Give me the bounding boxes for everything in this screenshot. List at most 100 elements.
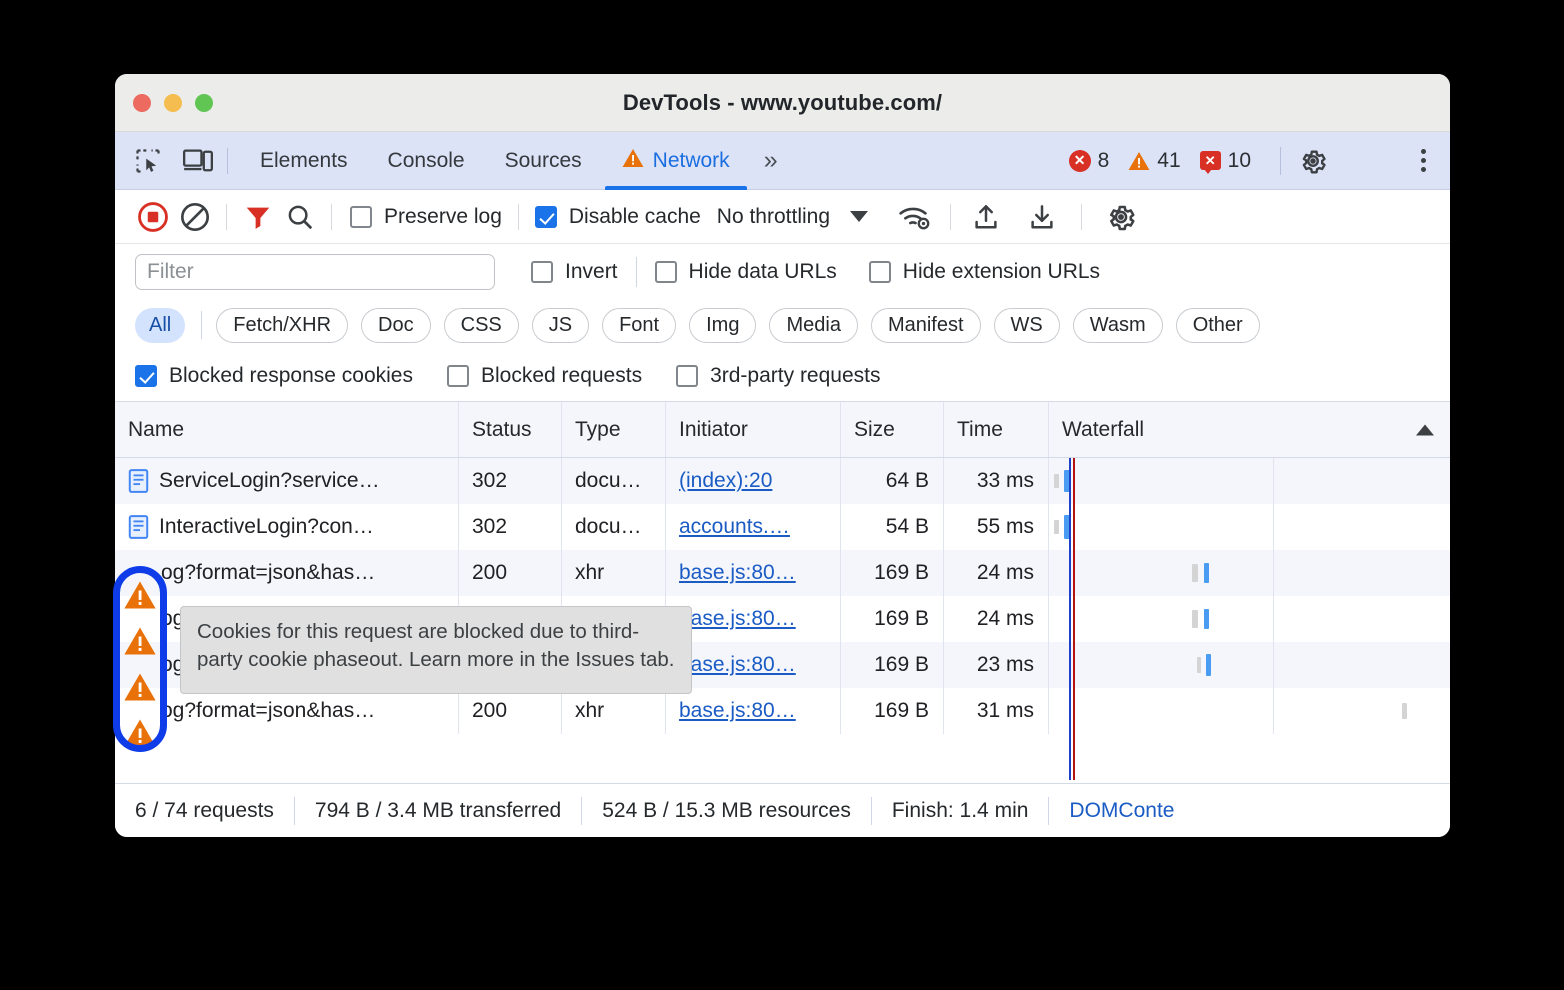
table-row[interactable]: ServiceLogin?service… 302 docu… (index):… [115, 458, 1450, 504]
more-tabs-button[interactable]: » [750, 146, 788, 175]
row-initiator-link[interactable]: base.js:80… [679, 653, 796, 677]
wifi-settings-icon[interactable] [894, 197, 936, 237]
hide-data-urls-box[interactable] [654, 261, 677, 283]
counters-divider [1280, 146, 1281, 175]
clear-icon[interactable] [174, 197, 216, 237]
pill-other[interactable]: Other [1175, 307, 1260, 343]
row-initiator-link[interactable]: base.js:80… [679, 607, 796, 631]
row-waterfall-cell [1049, 688, 1450, 734]
disable-cache-checkbox[interactable]: Disable cache [534, 205, 701, 229]
row-initiator-cell[interactable]: (index):20 [666, 458, 841, 504]
column-header-type[interactable]: Type [562, 402, 666, 457]
third-party-requests-checkbox[interactable]: 3rd-party requests [676, 363, 881, 388]
window-titlebar: DevTools - www.youtube.com/ [115, 74, 1450, 132]
row-name-cell[interactable]: InteractiveLogin?con… [115, 504, 459, 550]
pill-ws[interactable]: WS [993, 307, 1060, 343]
row-initiator-cell[interactable]: base.js:80… [666, 596, 841, 642]
zoom-window-button[interactable] [195, 93, 213, 112]
third-party-requests-box[interactable] [676, 364, 699, 387]
row-initiator-link[interactable]: base.js:80… [679, 699, 796, 723]
message-counter[interactable]: ✕ 10 [1199, 149, 1251, 174]
preserve-log-box[interactable] [350, 205, 372, 228]
gear-icon[interactable] [1298, 146, 1328, 176]
close-window-button[interactable] [133, 93, 151, 112]
hide-data-urls-checkbox[interactable]: Hide data URLs [654, 260, 837, 284]
row-name-cell[interactable]: og?format=json&has… [115, 550, 459, 596]
pill-all[interactable]: All [135, 307, 186, 343]
hide-extension-urls-checkbox[interactable]: Hide extension URLs [868, 260, 1100, 284]
row-size-cell: 169 B [841, 550, 944, 596]
row-initiator-cell[interactable]: base.js:80… [666, 688, 841, 734]
device-toolbar-icon[interactable] [181, 146, 215, 176]
table-row[interactable]: og?format=json&has… 200 xhr base.js:80… … [115, 688, 1450, 734]
download-icon[interactable] [1021, 197, 1063, 237]
row-initiator-cell[interactable]: base.js:80… [666, 550, 841, 596]
search-input[interactable] [135, 254, 495, 290]
row-initiator-link[interactable]: (index):20 [679, 469, 772, 493]
row-name-text: ServiceLogin?service… [159, 469, 380, 492]
more-vertical-icon[interactable] [1421, 149, 1426, 172]
pill-font[interactable]: Font [602, 307, 677, 343]
row-name-cell[interactable]: ServiceLogin?service… [115, 458, 459, 504]
upload-icon[interactable] [965, 197, 1007, 237]
chevron-down-icon[interactable] [850, 211, 869, 222]
record-stop-icon[interactable] [132, 197, 174, 237]
invert-checkbox[interactable]: Invert [531, 260, 618, 284]
blocked-response-cookies-box[interactable] [135, 364, 157, 387]
tab-network[interactable]: Network [602, 132, 750, 190]
pill-js[interactable]: JS [531, 307, 590, 343]
row-waterfall-cell [1049, 642, 1450, 688]
column-header-status[interactable]: Status [459, 402, 562, 457]
tab-console[interactable]: Console [368, 132, 485, 190]
column-header-size[interactable]: Size [841, 402, 944, 457]
column-header-time[interactable]: Time [944, 402, 1049, 457]
pill-img[interactable]: Img [689, 307, 757, 343]
pill-wasm[interactable]: Wasm [1072, 307, 1163, 343]
tab-sources[interactable]: Sources [485, 132, 602, 190]
domcontentloaded-time: DOMConte [1069, 798, 1175, 822]
column-header-initiator[interactable]: Initiator [666, 402, 841, 457]
table-row[interactable]: InteractiveLogin?con… 302 docu… accounts… [115, 504, 1450, 550]
tab-network-label: Network [652, 148, 730, 172]
minimize-window-button[interactable] [164, 93, 182, 112]
search-icon[interactable] [279, 197, 321, 237]
blocked-response-cookies-label: Blocked response cookies [169, 363, 413, 387]
pill-media[interactable]: Media [769, 307, 858, 343]
warning-counter[interactable]: 41 [1128, 149, 1181, 173]
warning-triangle-icon[interactable] [121, 572, 159, 618]
row-initiator-cell[interactable]: accounts.… [666, 504, 841, 550]
tab-elements[interactable]: Elements [240, 132, 368, 190]
blocked-requests-checkbox[interactable]: Blocked requests [446, 364, 642, 388]
pill-css[interactable]: CSS [443, 307, 519, 343]
warning-triangle-icon[interactable] [121, 618, 159, 664]
filter-funnel-icon[interactable] [237, 197, 279, 237]
throttling-select[interactable]: No throttling [717, 205, 830, 229]
row-waterfall-cell [1049, 596, 1450, 642]
warning-triangle-icon[interactable] [121, 710, 159, 756]
requests-count: 6 / 74 requests [135, 798, 274, 822]
gear-icon[interactable] [1100, 197, 1142, 237]
toolbar-divider-4 [950, 203, 952, 230]
disable-cache-box[interactable] [534, 205, 557, 228]
error-counter[interactable]: ✕ 8 [1068, 149, 1109, 173]
blocked-requests-box[interactable] [446, 364, 469, 387]
column-header-waterfall[interactable]: Waterfall [1049, 402, 1450, 457]
warning-triangle-icon[interactable] [121, 664, 159, 710]
blocked-response-cookies-checkbox[interactable]: Blocked response cookies [135, 364, 413, 388]
invert-box[interactable] [531, 261, 553, 283]
pill-fetch-xhr[interactable]: Fetch/XHR [216, 307, 349, 343]
pill-doc[interactable]: Doc [361, 307, 431, 343]
row-initiator-link[interactable]: base.js:80… [679, 561, 796, 585]
third-party-requests-label: 3rd-party requests [710, 363, 881, 387]
table-row[interactable]: og?format=json&has… 200 xhr base.js:80… … [115, 550, 1450, 596]
status-divider-3 [870, 796, 872, 825]
hide-extension-urls-box[interactable] [868, 261, 891, 283]
pill-manifest[interactable]: Manifest [870, 307, 981, 343]
row-name-cell[interactable]: og?format=json&has… [115, 688, 459, 734]
inspect-element-icon[interactable] [131, 146, 165, 176]
row-initiator-link[interactable]: accounts.… [679, 515, 790, 539]
row-initiator-cell[interactable]: base.js:80… [666, 642, 841, 688]
column-header-name[interactable]: Name [115, 402, 459, 457]
table-empty-space [115, 734, 1450, 780]
preserve-log-checkbox[interactable]: Preserve log [350, 205, 502, 229]
